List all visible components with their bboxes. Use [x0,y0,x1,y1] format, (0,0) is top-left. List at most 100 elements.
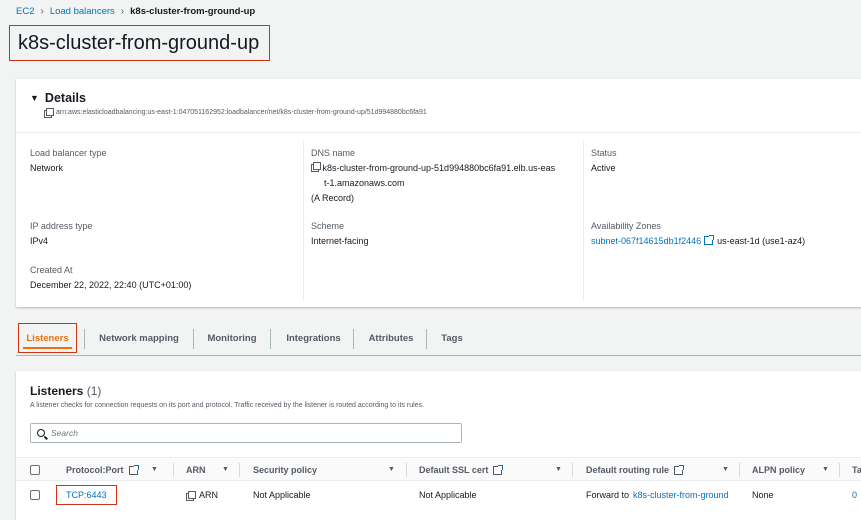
col-security-policy-label: Security policy [253,465,318,475]
dns-field: DNS name k8s-cluster-from-ground-up-51d9… [311,146,555,206]
routing-rule-link[interactable]: k8s-cluster-from-ground [633,482,729,508]
col-alpn-policy[interactable]: ALPN policy [752,458,805,482]
sort-down-icon: ▼ [388,466,395,473]
sort-down-icon: ▼ [555,466,562,473]
details-toggle[interactable]: ▼ Details [30,91,86,105]
col-routing-rule[interactable]: Default routing rule [586,458,687,482]
details-panel: ▼ Details arn:aws:elasticloadbalancing:u… [16,79,861,307]
copy-icon[interactable] [311,162,321,172]
page-title: k8s-cluster-from-ground-up [9,25,270,61]
sort-down-icon: ▼ [151,466,158,473]
dns-value-line1: k8s-cluster-from-ground-up-51d994880bc6f… [322,163,556,173]
sort-routing-rule[interactable]: ▼ [722,458,729,482]
breadcrumb-load-balancers[interactable]: Load balancers [50,6,115,17]
tab-separator [193,329,194,349]
col-routing-rule-label: Default routing rule [586,465,669,475]
tab-separator [270,329,271,349]
lb-type-value: Network [30,163,64,173]
col-security-policy[interactable]: Security policy [253,458,317,482]
sort-down-icon: ▼ [222,466,229,473]
breadcrumb-current: k8s-cluster-from-ground-up [130,6,256,17]
lb-arn: arn:aws:elasticloadbalancing:us-east-1:0… [44,108,427,118]
external-link-icon[interactable] [704,235,715,245]
external-link-icon [674,464,684,475]
lb-type-field: Load balancer type Network [30,146,107,176]
ssl-cert-cell: Not Applicable [419,490,477,500]
external-link-icon [128,464,139,475]
tab-attributes[interactable]: Attributes [359,328,423,350]
lb-type-label: Load balancer type [30,148,107,158]
chevron-right-icon: › [40,6,44,17]
details-title: Details [44,91,86,105]
col-arn[interactable]: ARN [186,458,206,482]
tab-bar: Listeners Network mapping Monitoring Int… [16,322,861,356]
status-field: Status Active [591,146,617,176]
listeners-description: A listener checks for connection request… [30,402,425,409]
col-tags[interactable]: Ta [852,458,861,482]
lb-arn-text: arn:aws:elasticloadbalancing:us-east-1:0… [56,109,427,116]
tab-tags[interactable]: Tags [432,328,472,350]
created-value: December 22, 2022, 22:40 (UTC+01:00) [30,280,192,290]
scheme-label: Scheme [311,221,345,231]
tags-cell: 0 [852,482,857,508]
table-header: Protocol:Port ▼ ARN ▼ Security policy ▼ … [16,457,861,481]
divider [16,132,861,133]
column-separator [406,463,407,477]
sort-arn[interactable]: ▼ [222,458,229,482]
scheme-value: Internet-facing [311,236,369,246]
sort-ssl-cert[interactable]: ▼ [555,458,562,482]
protocol-port-cell: TCP:6443 [56,485,117,505]
arn-cell: ARN [186,482,218,508]
col-arn-label: ARN [186,465,206,475]
caret-down-icon: ▼ [30,93,39,103]
select-all-checkbox[interactable] [30,465,40,475]
sort-security-policy[interactable]: ▼ [388,458,395,482]
breadcrumb: EC2 › Load balancers › k8s-cluster-from-… [16,6,255,17]
tab-monitoring[interactable]: Monitoring [199,328,265,350]
row-checkbox[interactable] [30,490,40,500]
listeners-title: Listeners [30,384,84,398]
sort-alpn-policy[interactable]: ▼ [822,458,829,482]
sort-protocol-port[interactable]: ▼ [151,458,158,482]
chevron-right-icon: › [120,6,125,17]
col-ssl-cert[interactable]: Default SSL cert [419,458,506,482]
az-value: subnet-067f14615db1f2446 us-east-1d (use1… [591,234,805,249]
az-field: Availability Zones subnet-067f14615db1f2… [591,219,805,249]
dns-value: k8s-cluster-from-ground-up-51d994880bc6f… [311,161,555,176]
listeners-heading: Listeners (1) [30,384,101,398]
listeners-count: (1) [86,384,102,398]
column-separator [839,463,840,477]
scheme-field: Scheme Internet-facing [311,219,369,249]
row-select [30,482,40,508]
status-label: Status [591,148,617,158]
security-policy-cell: Not Applicable [253,490,311,500]
breadcrumb-ec2[interactable]: EC2 [16,6,34,17]
col-ssl-cert-label: Default SSL cert [419,465,489,475]
subnet-link[interactable]: subnet-067f14615db1f2446 [591,236,701,246]
ip-type-value: IPv4 [30,236,49,246]
alpn-policy-cell: None [752,490,774,500]
col-protocol-port[interactable]: Protocol:Port [66,458,142,482]
protocol-port-link[interactable]: TCP:6443 [66,482,107,508]
col-tags-label: Ta [852,465,861,475]
copy-icon[interactable] [44,108,54,118]
tab-separator [426,329,427,349]
tab-network-mapping[interactable]: Network mapping [90,328,188,350]
tab-separator [353,329,354,349]
search-input[interactable] [51,428,431,438]
routing-rule-prefix: Forward to [586,490,630,500]
az-zone: us-east-1d (use1-az4) [717,236,806,246]
arn-cell-text: ARN [199,490,219,500]
column-divider [303,141,304,301]
tab-separator [84,329,85,349]
tab-listeners[interactable]: Listeners [18,323,77,353]
col-protocol-port-label: Protocol:Port [66,465,124,475]
dns-value-line2: t-1.amazonaws.com [324,178,405,188]
column-separator [572,463,573,477]
copy-icon[interactable] [186,490,196,501]
created-field: Created At December 22, 2022, 22:40 (UTC… [30,263,191,293]
listeners-panel: Listeners (1) A listener checks for conn… [16,371,861,520]
tags-count-link[interactable]: 0 [852,482,857,508]
select-all-column [30,458,40,482]
tab-integrations[interactable]: Integrations [276,328,351,350]
